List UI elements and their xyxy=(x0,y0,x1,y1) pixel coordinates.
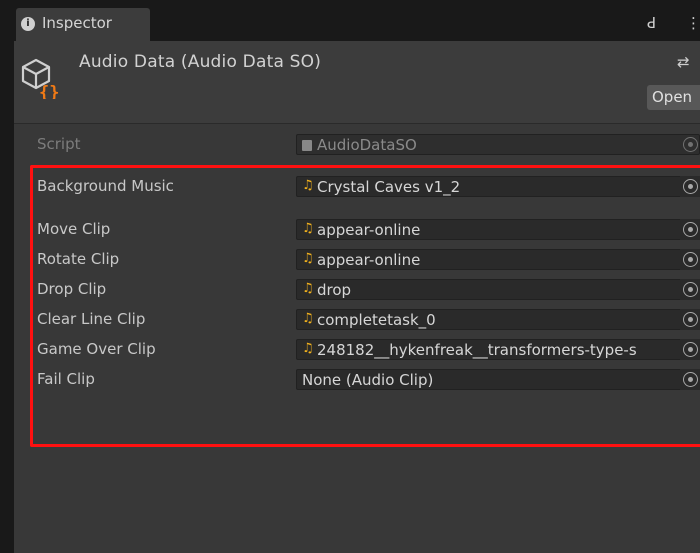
tab-inspector[interactable]: i Inspector xyxy=(16,8,150,41)
presets-icon[interactable]: ⇄ xyxy=(677,53,690,71)
window-edge xyxy=(0,0,14,553)
header-divider xyxy=(14,123,700,124)
script-field: AudioDataSO xyxy=(296,134,700,155)
script-value: AudioDataSO xyxy=(317,136,417,154)
tab-label: Inspector xyxy=(42,14,112,32)
script-file-icon xyxy=(302,140,312,151)
more-options-icon[interactable]: ⋮ xyxy=(686,14,700,32)
scriptable-object-icon: {} xyxy=(21,58,59,99)
script-label: Script xyxy=(37,135,81,153)
highlight-box xyxy=(30,165,700,447)
svg-text:{}: {} xyxy=(39,83,59,99)
page-title: Audio Data (Audio Data SO) xyxy=(79,52,322,72)
object-picker-icon xyxy=(683,137,698,152)
open-button[interactable]: Open xyxy=(647,85,700,110)
info-icon: i xyxy=(21,17,35,31)
lock-icon[interactable]: ꓒ xyxy=(647,14,656,32)
